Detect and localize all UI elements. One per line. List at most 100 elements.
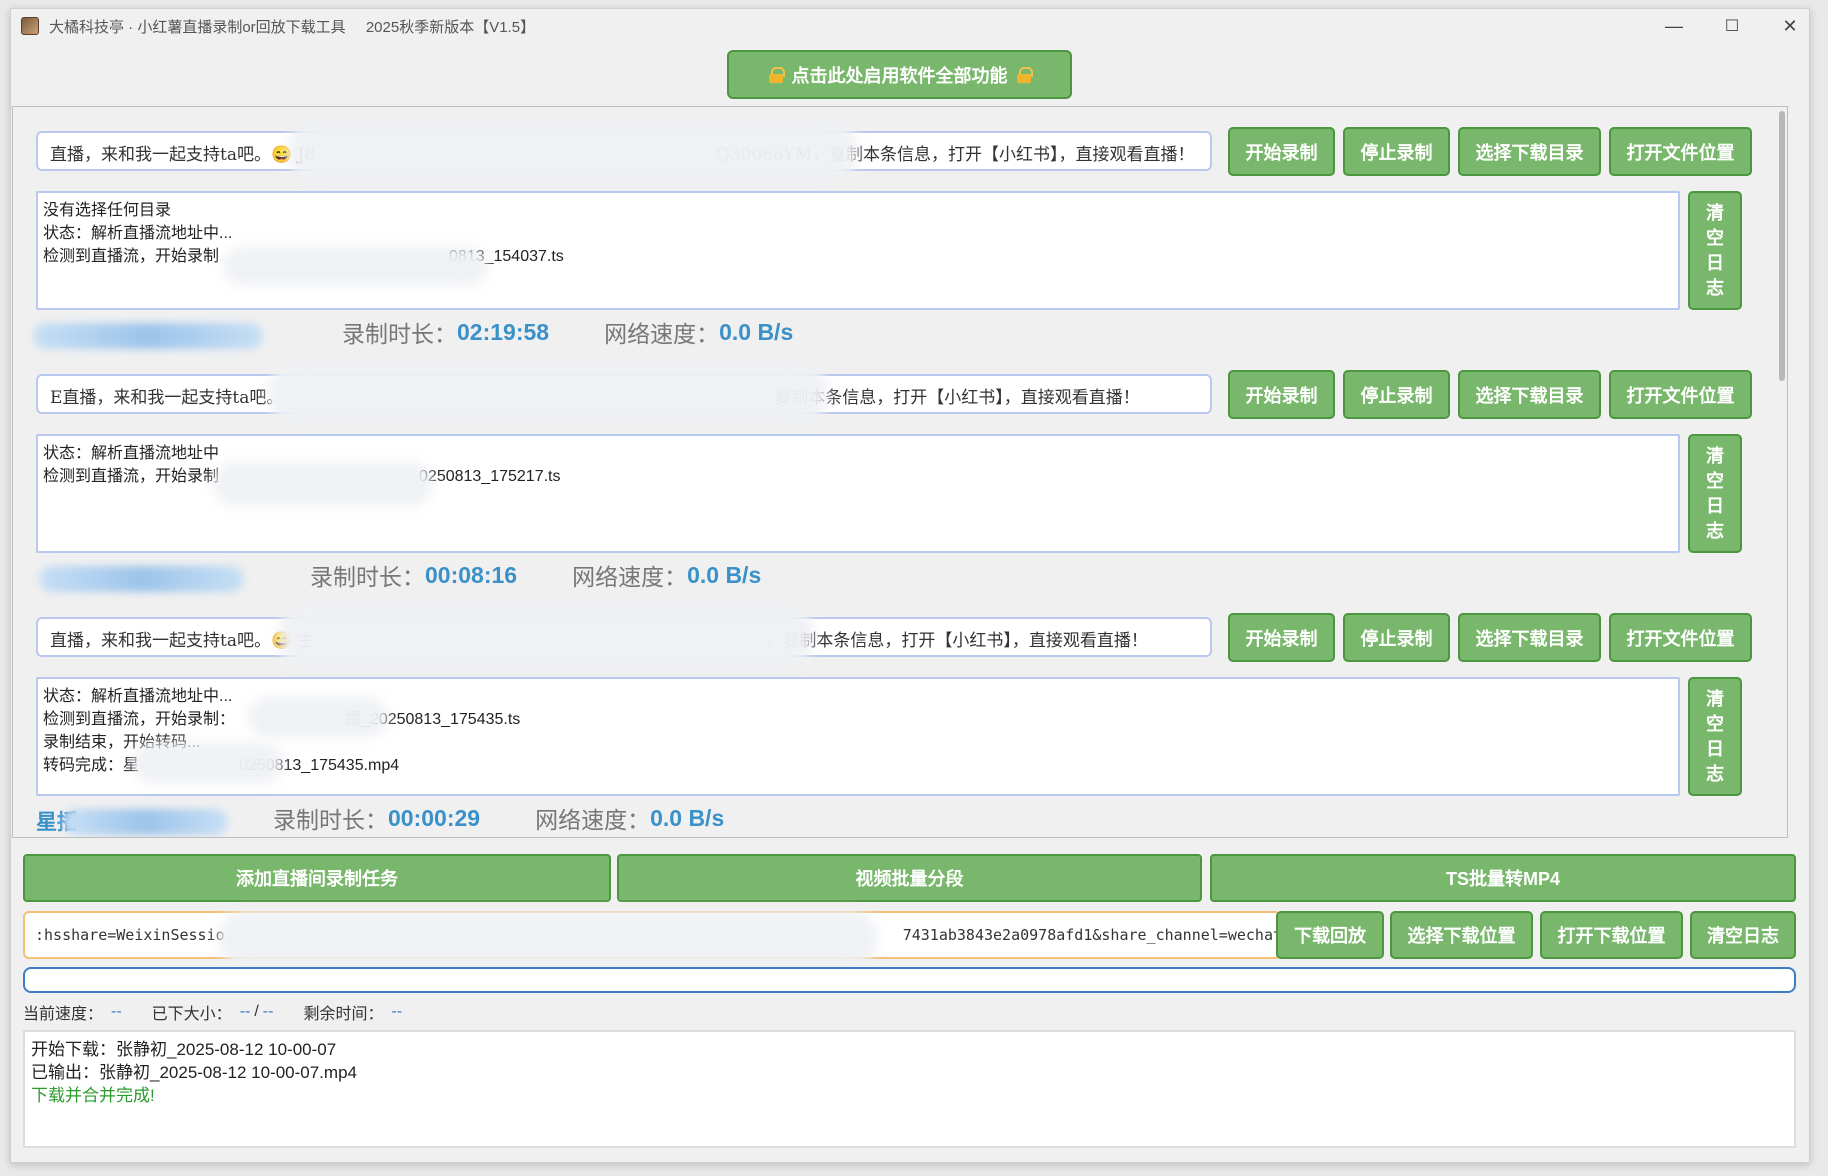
log-text: 检测到直播流，开始录制 <box>43 248 220 265</box>
duration-value: 00:08:16 <box>425 561 518 588</box>
close-icon[interactable]: ✕ <box>1761 9 1819 43</box>
size-done-value: -- <box>239 1003 251 1020</box>
log-line: 开始下载：张静初_2025-08-12 10-00-07 <box>31 1040 337 1059</box>
redaction-blur <box>268 362 828 426</box>
stop-record-button[interactable]: 停止录制 <box>1343 370 1450 419</box>
record-status: 录制时长： 00:00:29 网络速度： 0.0 B/s <box>273 798 779 837</box>
clear-char: 志 <box>1706 277 1724 298</box>
download-stats: 当前速度： -- 已下大小： -- / -- 剩余时间： -- <box>23 1000 432 1024</box>
duration-label: 录制时长： <box>310 564 425 590</box>
clear-char: 清 <box>1706 445 1724 466</box>
speed-label: 网络速度： <box>572 564 688 590</box>
remaining-label: 剩余时间： <box>303 1006 384 1023</box>
start-record-button[interactable]: 开始录制 <box>1228 370 1335 419</box>
title-version: 2025秋季新版本【V1.5】 <box>365 18 536 36</box>
duration-label: 录制时长： <box>342 321 457 347</box>
replay-url-end: 7431ab3843e2a0978afd1&share_channel=wech… <box>902 926 1281 944</box>
clear-char: 志 <box>1706 763 1724 784</box>
redaction-blur <box>218 910 878 968</box>
clear-log-button[interactable]: 清 空 日 志 <box>1688 677 1742 796</box>
remaining-value: -- <box>391 1003 403 1020</box>
download-output-log[interactable]: 开始下载：张静初_2025-08-12 10-00-07 已输出：张静初_202… <box>23 1030 1796 1148</box>
redaction-blur <box>278 603 813 669</box>
choose-download-location-button[interactable]: 选择下载位置 <box>1390 911 1533 959</box>
task-card: 直播，来和我一起支持ta吧。😄 主 ，复制本条信息，打开【小红书】，直接观看直播… <box>13 593 1787 837</box>
log-text: 检测到直播流，开始录制 <box>43 468 220 485</box>
clear-char: 空 <box>1706 470 1724 491</box>
record-status: 录制时长： 00:08:16 网络速度： 0.0 B/s <box>310 555 816 595</box>
replay-url-start: :hsshare=WeixinSessio <box>35 926 225 944</box>
clear-char: 清 <box>1706 688 1724 709</box>
stop-record-button[interactable]: 停止录制 <box>1343 127 1450 176</box>
duration-value: 02:19:58 <box>457 318 550 345</box>
url-text-start: 直播，来和我一起支持ta吧。😄 主 <box>50 631 315 651</box>
ts-to-mp4-button[interactable]: TS批量转MP4 <box>1210 854 1796 902</box>
redaction-blur <box>213 462 433 506</box>
clear-char: 空 <box>1706 227 1724 248</box>
lock-icon <box>1016 66 1033 83</box>
redaction-blur <box>223 247 488 285</box>
batch-split-button[interactable]: 视频批量分段 <box>617 854 1202 902</box>
size-label: 已下大小： <box>151 1006 232 1023</box>
clear-char: 日 <box>1706 495 1724 516</box>
window-title: 大橘科技亭 · 小红薯直播录制or回放下载工具 2025秋季新版本【V1.5】 <box>49 16 551 37</box>
download-progress-bar <box>23 967 1796 993</box>
stop-record-button[interactable]: 停止录制 <box>1343 613 1450 662</box>
speed-value: 0.0 B/s <box>687 561 762 588</box>
redaction-blur <box>133 743 283 783</box>
record-status: 录制时长： 02:19:58 网络速度： 0.0 B/s <box>342 312 848 352</box>
unlock-features-button[interactable]: 点击此处启用软件全部功能 <box>727 50 1072 99</box>
size-separator: / <box>254 1003 259 1020</box>
app-logo-icon <box>21 17 39 35</box>
clear-char: 志 <box>1706 520 1724 541</box>
log-line: 已输出：张静初_2025-08-12 10-00-07.mp4 <box>31 1063 357 1082</box>
url-text-start: 直播，来和我一起支持ta吧。😄 J8 <box>50 145 316 165</box>
open-location-button[interactable]: 打开文件位置 <box>1609 613 1752 662</box>
clear-char: 清 <box>1706 202 1724 223</box>
open-location-button[interactable]: 打开文件位置 <box>1609 127 1752 176</box>
tasks-panel[interactable]: 直播，来和我一起支持ta吧。😄 J8 Q3006oYM，复制本条信息，打开【小红… <box>12 106 1788 838</box>
streamer-name-redacted <box>33 323 263 349</box>
clear-char: 日 <box>1706 252 1724 273</box>
speed-label: 网络速度： <box>604 321 720 347</box>
log-text: 转码完成：星 <box>43 757 140 774</box>
start-record-button[interactable]: 开始录制 <box>1228 127 1335 176</box>
choose-dir-button[interactable]: 选择下载目录 <box>1458 613 1601 662</box>
maximize-icon[interactable]: ☐ <box>1703 9 1761 43</box>
open-download-location-button[interactable]: 打开下载位置 <box>1540 911 1683 959</box>
clear-char: 日 <box>1706 738 1724 759</box>
duration-label: 录制时长： <box>273 807 388 833</box>
log-text: 检测到直播流，开始录制： <box>43 711 236 728</box>
log-line: 状态：解析直播流地址中... <box>43 225 233 242</box>
clear-log-button[interactable]: 清空日志 <box>1690 911 1796 959</box>
task-card: 直播，来和我一起支持ta吧。😄 J8 Q3006oYM，复制本条信息，打开【小红… <box>13 107 1787 352</box>
speed-value: 0.0 B/s <box>719 318 794 345</box>
clear-log-button[interactable]: 清 空 日 志 <box>1688 191 1742 310</box>
redaction-blur <box>288 119 858 183</box>
streamer-name-redacted <box>63 809 228 835</box>
size-total-value: -- <box>262 1003 274 1020</box>
add-task-button[interactable]: 添加直播间录制任务 <box>23 854 611 902</box>
clear-log-button[interactable]: 清 空 日 志 <box>1688 434 1742 553</box>
minimize-icon[interactable]: — <box>1645 9 1703 43</box>
log-line: 没有选择任何目录 <box>43 202 172 219</box>
log-text: 0250813_175217.ts <box>419 468 561 485</box>
url-text-start: E直播，来和我一起支持ta吧。 <box>50 388 284 408</box>
streamer-name-redacted <box>39 566 244 592</box>
title-app-name: 大橘科技亭 · 小红薯直播录制or回放下载工具 <box>49 18 346 36</box>
log-line-success: 下载并合并完成! <box>31 1086 155 1105</box>
speed-value: -- <box>111 1003 122 1020</box>
start-record-button[interactable]: 开始录制 <box>1228 613 1335 662</box>
unlock-label: 点击此处启用软件全部功能 <box>791 65 1008 86</box>
title-bar: 大橘科技亭 · 小红薯直播录制or回放下载工具 2025秋季新版本【V1.5】 … <box>11 9 1811 43</box>
speed-value: 0.0 B/s <box>650 804 725 831</box>
speed-label: 网络速度： <box>535 807 651 833</box>
choose-dir-button[interactable]: 选择下载目录 <box>1458 127 1601 176</box>
choose-dir-button[interactable]: 选择下载目录 <box>1458 370 1601 419</box>
redaction-blur <box>248 697 388 737</box>
url-text-end: ，复制本条信息，打开【小红书】，直接观看直播！ <box>765 631 1148 651</box>
open-location-button[interactable]: 打开文件位置 <box>1609 370 1752 419</box>
download-replay-button[interactable]: 下载回放 <box>1276 911 1384 959</box>
log-line: 转码完成：星 0250813_175435.mp4 <box>43 754 1673 777</box>
task-card: E直播，来和我一起支持ta吧。 复制本条信息，打开【小红书】，直接观看直播！ 开… <box>13 350 1787 595</box>
